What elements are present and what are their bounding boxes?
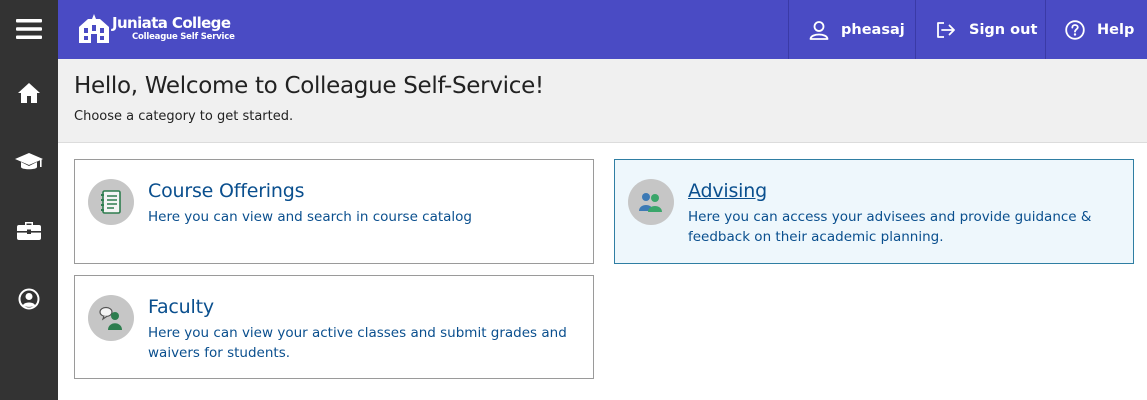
card-description: Here you can view and search in course c…	[148, 209, 473, 225]
sidebar	[0, 0, 58, 400]
hamburger-menu-icon[interactable]	[0, 0, 58, 58]
welcome-banner: Hello, Welcome to Colleague Self-Service…	[58, 59, 1147, 143]
card-description: Here you can view your active classes an…	[148, 325, 567, 361]
briefcase-icon[interactable]	[0, 201, 58, 259]
sign-out-button[interactable]: Sign out	[915, 0, 1046, 59]
faculty-teacher-icon	[88, 295, 134, 341]
top-header: Juniata College Colleague Self Service p…	[58, 0, 1147, 59]
card-description: Here you can access your advisees and pr…	[688, 209, 1092, 245]
help-label: Help	[1097, 21, 1135, 38]
portal-name: Colleague Self Service	[132, 32, 235, 42]
advising-people-icon	[628, 179, 674, 225]
college-logo[interactable]: Juniata College Colleague Self Service	[78, 13, 238, 47]
user-icon	[809, 20, 829, 40]
course-offerings-card[interactable]: Course Offerings Here you can view and s…	[74, 159, 594, 264]
page-subtitle: Choose a category to get started.	[74, 109, 294, 124]
help-icon	[1065, 19, 1085, 40]
catalog-book-icon	[88, 179, 134, 225]
sign-out-label: Sign out	[969, 21, 1038, 38]
home-icon[interactable]	[0, 64, 58, 122]
advising-card[interactable]: Advising Here you can access your advise…	[614, 159, 1134, 264]
card-title: Course Offerings	[148, 180, 305, 202]
user-menu-button[interactable]: pheasaj	[788, 0, 916, 59]
card-title: Faculty	[148, 296, 214, 318]
card-title: Advising	[688, 180, 767, 202]
faculty-card[interactable]: Faculty Here you can view your active cl…	[74, 275, 594, 379]
graduation-cap-icon[interactable]	[0, 133, 58, 191]
page-title: Hello, Welcome to Colleague Self-Service…	[74, 73, 544, 99]
user-circle-icon[interactable]	[0, 270, 58, 328]
college-building-icon	[79, 14, 109, 43]
help-button[interactable]: Help	[1045, 0, 1147, 59]
sign-out-icon	[937, 21, 955, 38]
username: pheasaj	[841, 21, 905, 38]
college-name: Juniata College	[112, 14, 231, 32]
